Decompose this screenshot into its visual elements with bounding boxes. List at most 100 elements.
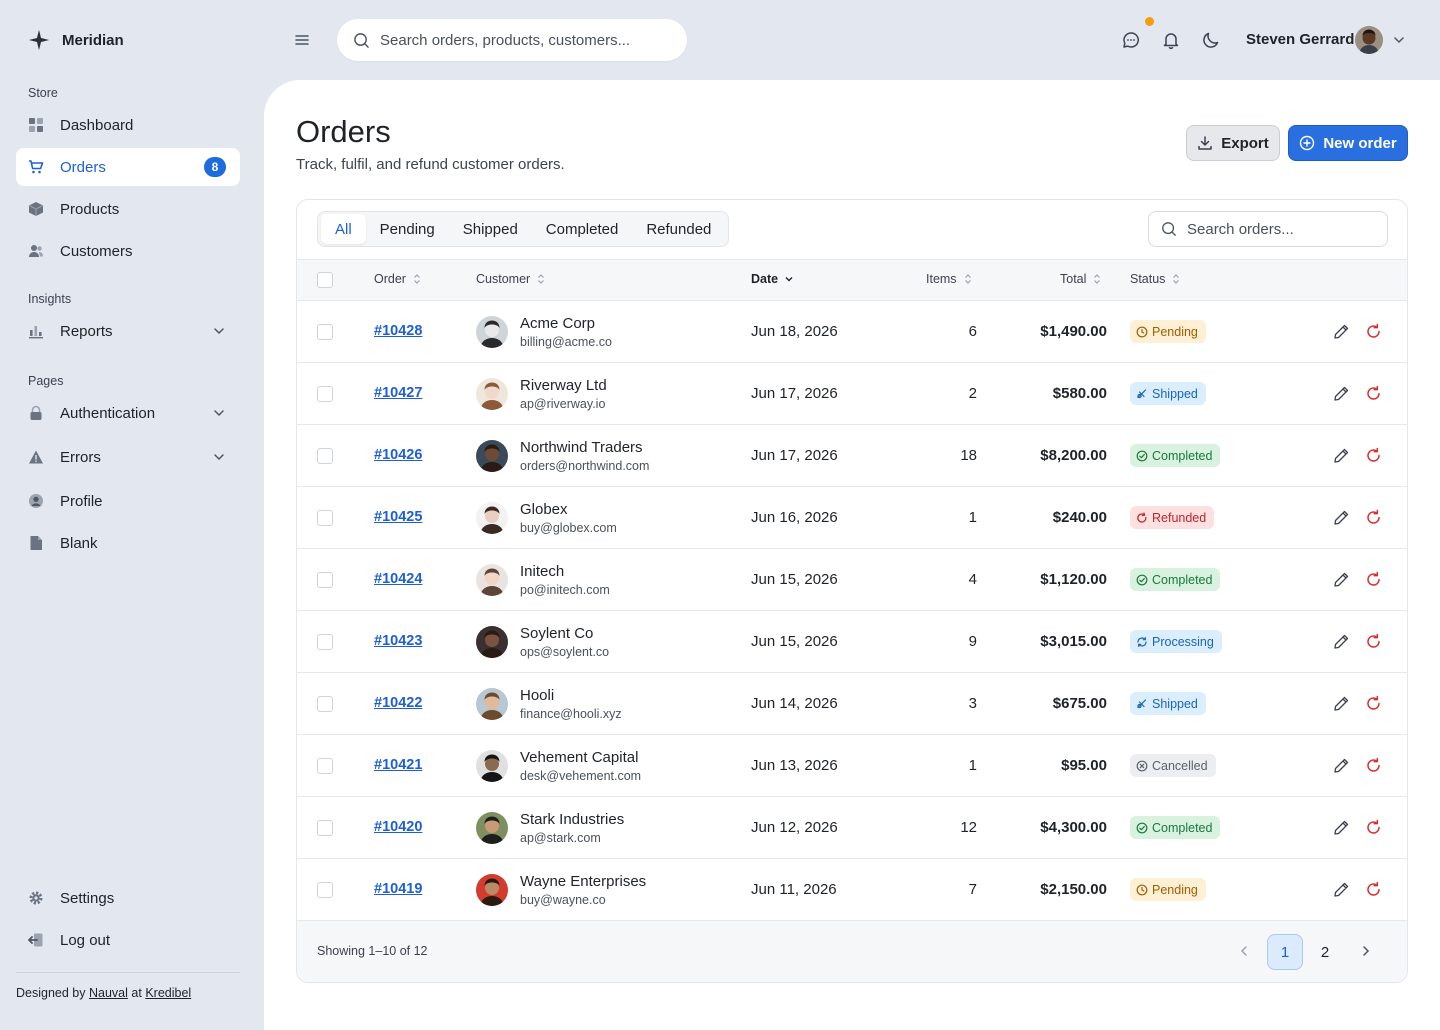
sidebar-item-blank[interactable]: Blank — [16, 524, 240, 562]
table-row[interactable]: #10419 Wayne Enterprises buy@wayne.co Jun 1… — [297, 859, 1407, 921]
select-all-checkbox[interactable] — [317, 272, 333, 288]
order-id-link[interactable]: #10423 — [374, 633, 422, 649]
refund-icon[interactable] — [1365, 819, 1382, 836]
order-id-link[interactable]: #10421 — [374, 757, 422, 773]
order-id-link[interactable]: #10427 — [374, 385, 422, 401]
sidebar-item-reports[interactable]: Reports — [16, 312, 240, 350]
tab-shipped[interactable]: Shipped — [449, 214, 532, 244]
column-header-date[interactable]: Date — [751, 272, 794, 286]
column-header-order[interactable]: Order — [374, 272, 422, 286]
row-checkbox[interactable] — [317, 386, 333, 402]
column-header-total[interactable]: Total — [1060, 272, 1102, 286]
global-search-input[interactable] — [380, 31, 660, 49]
user-name[interactable]: Steven Gerrard — [1246, 31, 1354, 48]
table-search-box[interactable] — [1148, 211, 1388, 247]
tab-refunded[interactable]: Refunded — [632, 214, 725, 244]
brand-logo[interactable]: Meridian — [28, 28, 124, 52]
edit-pencil-icon[interactable] — [1333, 881, 1350, 898]
messages-button[interactable] — [1121, 30, 1141, 50]
status-completed-icon — [1136, 574, 1148, 585]
edit-pencil-icon[interactable] — [1333, 757, 1350, 774]
row-checkbox[interactable] — [317, 634, 333, 650]
row-checkbox[interactable] — [317, 572, 333, 588]
edit-pencil-icon[interactable] — [1333, 323, 1350, 340]
column-header-items[interactable]: Items — [926, 272, 973, 286]
sidebar-item-logout[interactable]: Log out — [16, 921, 240, 959]
notifications-button[interactable] — [1161, 30, 1181, 50]
table-row[interactable]: #10423 Soylent Co ops@soylent.co Jun 15, 20… — [297, 611, 1407, 673]
table-row[interactable]: #10425 Globex buy@globex.com Jun 16, 2026 1 $… — [297, 487, 1407, 549]
credit-company-link[interactable]: Kredibel — [145, 986, 191, 1000]
edit-pencil-icon[interactable] — [1333, 509, 1350, 526]
edit-pencil-icon[interactable] — [1333, 633, 1350, 650]
order-id-link[interactable]: #10425 — [374, 509, 422, 525]
sidebar-item-customers[interactable]: Customers — [16, 232, 240, 270]
chevron-down-icon[interactable] — [1392, 33, 1406, 47]
table-row[interactable]: #10424 Initech po@initech.com Jun 15, 2026 4… — [297, 549, 1407, 611]
order-id-link[interactable]: #10424 — [374, 571, 422, 587]
column-header-status[interactable]: Status — [1130, 272, 1181, 286]
refund-icon[interactable] — [1365, 571, 1382, 588]
row-checkbox[interactable] — [317, 882, 333, 898]
tab-pending[interactable]: Pending — [366, 214, 449, 244]
credit-author-link[interactable]: Nauval — [89, 986, 128, 1000]
row-checkbox[interactable] — [317, 510, 333, 526]
orders-search-input[interactable] — [1187, 220, 1377, 238]
sidebar-item-profile[interactable]: Profile — [16, 482, 240, 520]
item-count: 4 — [968, 571, 977, 588]
sidebar-item-authentication[interactable]: Authentication — [16, 394, 240, 432]
refund-icon[interactable] — [1365, 509, 1382, 526]
order-id-link[interactable]: #10428 — [374, 323, 422, 339]
chevron-right-icon[interactable] — [1359, 944, 1373, 958]
row-checkbox[interactable] — [317, 820, 333, 836]
order-id-link[interactable]: #10419 — [374, 881, 422, 897]
refund-icon[interactable] — [1365, 695, 1382, 712]
tab-completed[interactable]: Completed — [532, 214, 633, 244]
order-id-link[interactable]: #10426 — [374, 447, 422, 463]
table-row[interactable]: #10422 Hooli finance@hooli.xyz Jun 14, 2026… — [297, 673, 1407, 735]
table-row[interactable]: #10426 Northwind Traders orders@northwind.… — [297, 425, 1407, 487]
refund-icon[interactable] — [1365, 447, 1382, 464]
sidebar-item-dashboard[interactable]: Dashboard — [16, 106, 240, 144]
sidebar-item-errors[interactable]: Errors — [16, 438, 240, 476]
order-id-link[interactable]: #10422 — [374, 695, 422, 711]
page-button-1[interactable]: 1 — [1267, 934, 1303, 970]
user-avatar[interactable] — [1355, 26, 1383, 54]
order-id-link[interactable]: #10420 — [374, 819, 422, 835]
row-checkbox[interactable] — [317, 758, 333, 774]
theme-toggle-button[interactable] — [1201, 30, 1221, 50]
page-button-2[interactable]: 2 — [1307, 934, 1343, 970]
column-header-customer[interactable]: Customer — [476, 272, 546, 286]
sidebar-item-settings[interactable]: Settings — [16, 879, 240, 917]
refund-icon[interactable] — [1365, 633, 1382, 650]
customer-avatar — [476, 440, 508, 472]
table-row[interactable]: #10428 Acme Corp billing@acme.co Jun 18, 20… — [297, 301, 1407, 363]
row-checkbox[interactable] — [317, 448, 333, 464]
export-button[interactable]: Export — [1186, 125, 1280, 161]
table-row[interactable]: #10420 Stark Industries ap@stark.com Jun 12… — [297, 797, 1407, 859]
chevron-left-icon[interactable] — [1237, 944, 1251, 958]
refund-icon[interactable] — [1365, 881, 1382, 898]
edit-pencil-icon[interactable] — [1333, 571, 1350, 588]
table-row[interactable]: #10421 Vehement Capital desk@vehement.com J… — [297, 735, 1407, 797]
edit-pencil-icon[interactable] — [1333, 385, 1350, 402]
edit-pencil-icon[interactable] — [1333, 819, 1350, 836]
sidebar-item-products[interactable]: Products — [16, 190, 240, 228]
new-order-button[interactable]: New order — [1288, 125, 1408, 161]
chevron-down-icon[interactable] — [212, 324, 226, 338]
credit-at: at — [131, 986, 142, 1000]
edit-pencil-icon[interactable] — [1333, 695, 1350, 712]
refund-icon[interactable] — [1365, 757, 1382, 774]
global-search-bar[interactable] — [337, 19, 687, 61]
refund-icon[interactable] — [1365, 323, 1382, 340]
table-row[interactable]: #10427 Riverway Ltd ap@riverway.io Jun 17, … — [297, 363, 1407, 425]
refund-icon[interactable] — [1365, 385, 1382, 402]
tab-all[interactable]: All — [321, 214, 366, 244]
edit-pencil-icon[interactable] — [1333, 447, 1350, 464]
chevron-down-icon[interactable] — [212, 450, 226, 464]
hamburger-menu-icon[interactable] — [292, 30, 312, 50]
sidebar-item-orders[interactable]: Orders 8 — [16, 148, 240, 186]
row-checkbox[interactable] — [317, 324, 333, 340]
chevron-down-icon[interactable] — [212, 406, 226, 420]
row-checkbox[interactable] — [317, 696, 333, 712]
